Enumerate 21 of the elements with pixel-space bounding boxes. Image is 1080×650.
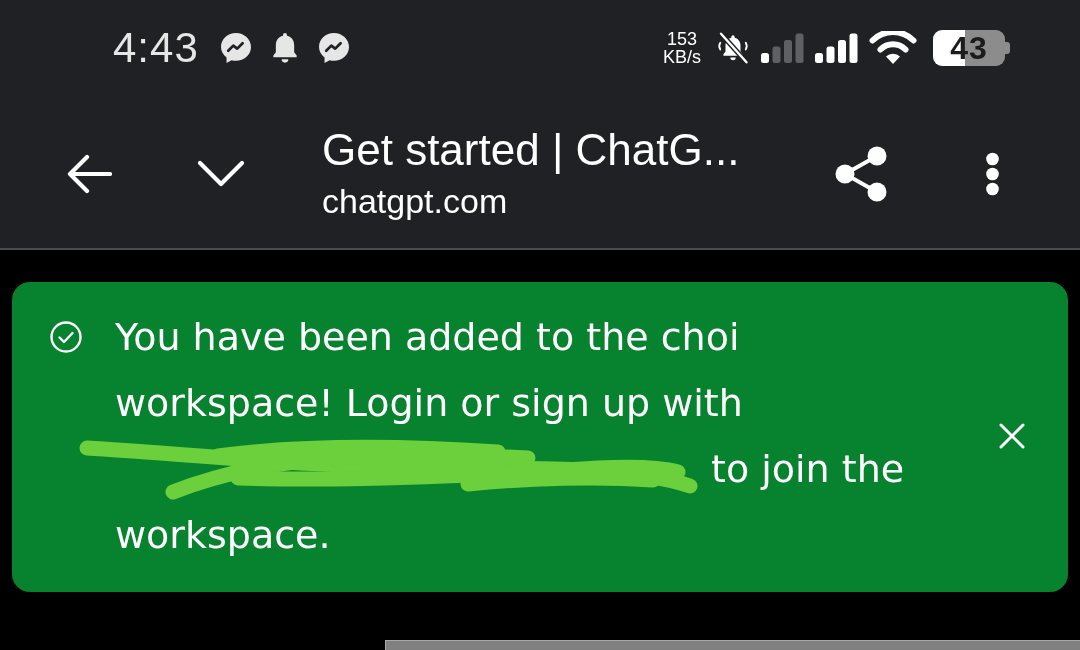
banner-message-end: workspace. — [115, 512, 331, 559]
battery-tip-icon — [1005, 42, 1010, 54]
chat-bubble-icon — [318, 33, 349, 63]
network-speed-value: 153 — [666, 30, 697, 48]
more-menu-button[interactable] — [985, 152, 1000, 196]
signal-icon — [761, 33, 805, 63]
muted-bell-icon — [715, 30, 751, 66]
page-title: Get started | ChatG... — [322, 125, 740, 175]
share-button[interactable] — [835, 146, 887, 202]
wifi-icon — [869, 31, 917, 65]
bell-icon — [270, 33, 299, 63]
chat-bubble-icon — [220, 33, 251, 63]
signal-icon — [815, 33, 859, 63]
page-url: chatgpt.com — [322, 181, 508, 221]
banner-message-continuation: to join the — [711, 446, 905, 493]
clock-time: 4:43 — [113, 27, 199, 69]
back-button[interactable] — [66, 154, 112, 194]
network-speed-unit: KB/s — [663, 48, 701, 66]
check-circle-icon — [50, 321, 82, 353]
close-button[interactable] — [999, 423, 1025, 449]
chevron-down-button[interactable] — [197, 160, 245, 188]
